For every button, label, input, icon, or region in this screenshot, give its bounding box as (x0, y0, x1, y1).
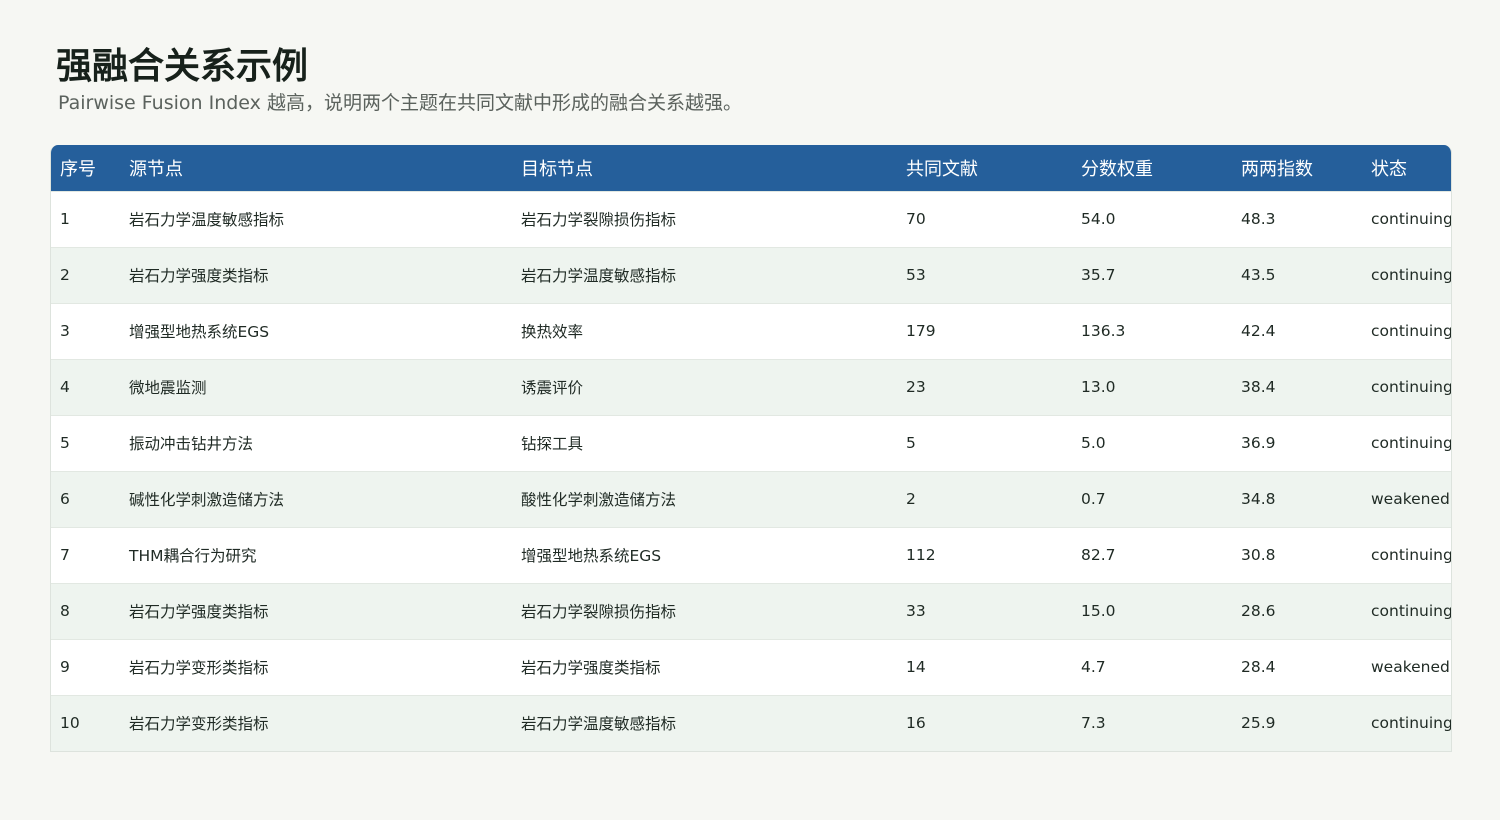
cell-pairwise-index: 34.8 (1241, 490, 1276, 508)
cell-source-node: 振动冲击钻井方法 (129, 435, 254, 453)
cell-target-node: 岩石力学温度敏感指标 (521, 715, 677, 734)
cell-index: 5 (60, 434, 70, 452)
cell-status: continuing (1371, 378, 1451, 396)
cell-shared-docs: 16 (906, 714, 926, 733)
cell-pairwise-index: 36.9 (1241, 434, 1276, 452)
cell-weight: 0.7 (1081, 490, 1106, 508)
cell-shared-docs: 5 (906, 434, 916, 452)
cell-source-node: 岩石力学变形类指标 (129, 659, 269, 677)
cell-status: continuing (1371, 714, 1451, 733)
cell-shared-docs: 70 (906, 210, 926, 228)
cell-weight: 54.0 (1081, 210, 1116, 228)
cell-shared-docs: 14 (906, 658, 926, 676)
column-header-source: 源节点 (129, 158, 183, 180)
cell-index: 3 (60, 322, 70, 340)
cell-source-node: 微地震监测 (129, 379, 207, 397)
cell-target-node: 酸性化学刺激造储方法 (521, 491, 677, 509)
cell-status: continuing (1371, 434, 1451, 452)
cell-target-node: 钻探工具 (521, 435, 584, 453)
cell-source-node: 岩石力学强度类指标 (129, 267, 269, 285)
cell-weight: 15.0 (1081, 602, 1116, 620)
cell-weight: 35.7 (1081, 266, 1116, 284)
cell-target-node: 诱震评价 (521, 379, 584, 397)
table-row: 2 岩石力学强度类指标 岩石力学温度敏感指标 53 35.7 43.5 continuing (51, 247, 1451, 303)
cell-weight: 136.3 (1081, 322, 1126, 340)
table-row: 8 岩石力学强度类指标 岩石力学裂隙损伤指标 33 15.0 28.6 continuing (51, 583, 1451, 639)
cell-pairwise-index: 28.6 (1241, 602, 1276, 620)
cell-target-node: 岩石力学裂隙损伤指标 (521, 211, 677, 229)
cell-source-node: 碱性化学刺激造储方法 (129, 491, 285, 509)
cell-source-node: 岩石力学温度敏感指标 (129, 211, 285, 229)
cell-index: 1 (60, 210, 70, 228)
cell-weight: 4.7 (1081, 658, 1106, 676)
cell-pairwise-index: 28.4 (1241, 658, 1276, 676)
cell-shared-docs: 23 (906, 378, 926, 396)
column-header-pairwise-index: 两两指数 (1241, 158, 1313, 180)
table-row: 7 THM耦合行为研究 增强型地热系统EGS 112 82.7 30.8 continuin… (51, 527, 1451, 583)
cell-source-node: 增强型地热系统EGS (129, 323, 270, 341)
cell-shared-docs: 33 (906, 602, 926, 620)
cell-source-node: THM耦合行为研究 (129, 547, 257, 565)
column-header-index: 序号 (60, 158, 96, 180)
cell-weight: 13.0 (1081, 378, 1116, 396)
cell-shared-docs: 112 (906, 546, 936, 564)
cell-target-node: 岩石力学强度类指标 (521, 659, 661, 677)
cell-pairwise-index: 43.5 (1241, 266, 1276, 284)
cell-index: 10 (60, 714, 80, 733)
cell-source-node: 岩石力学强度类指标 (129, 603, 269, 621)
table-row: 4 微地震监测 诱震评价 23 13.0 38.4 continuing (51, 359, 1451, 415)
cell-index: 2 (60, 266, 70, 284)
cell-status: continuing (1371, 266, 1451, 284)
cell-target-node: 换热效率 (521, 323, 584, 341)
cell-pairwise-index: 38.4 (1241, 378, 1276, 396)
table-row: 6 碱性化学刺激造储方法 酸性化学刺激造储方法 2 0.7 34.8 weakened (51, 471, 1451, 527)
cell-shared-docs: 2 (906, 490, 916, 508)
cell-status: continuing (1371, 322, 1451, 340)
cell-weight: 82.7 (1081, 546, 1116, 564)
cell-pairwise-index: 25.9 (1241, 714, 1276, 733)
column-header-shared-docs: 共同文献 (906, 158, 978, 180)
cell-pairwise-index: 30.8 (1241, 546, 1276, 564)
cell-status: weakened (1371, 658, 1450, 676)
cell-index: 4 (60, 378, 70, 396)
page-title: 强融合关系示例 (56, 46, 309, 87)
fusion-table: 序号 源节点 目标节点 共同文献 分数权重 两两指数 状态 1 岩石力学温度敏感指… (51, 145, 1451, 751)
cell-status: continuing (1371, 546, 1451, 564)
cell-weight: 5.0 (1081, 434, 1106, 452)
cell-pairwise-index: 42.4 (1241, 322, 1276, 340)
cell-status: continuing (1371, 210, 1451, 228)
cell-target-node: 增强型地热系统EGS (521, 547, 662, 565)
table-header-row: 序号 源节点 目标节点 共同文献 分数权重 两两指数 状态 (51, 145, 1451, 191)
cell-target-node: 岩石力学温度敏感指标 (521, 267, 677, 285)
table-row: 10 岩石力学变形类指标 岩石力学温度敏感指标 16 7.3 25.9 continuing (51, 695, 1451, 751)
fusion-table-container: 序号 源节点 目标节点 共同文献 分数权重 两两指数 状态 1 岩石力学温度敏感指… (50, 145, 1452, 752)
cell-pairwise-index: 48.3 (1241, 210, 1276, 228)
cell-index: 8 (60, 602, 70, 620)
column-header-status: 状态 (1371, 158, 1407, 180)
column-header-weight: 分数权重 (1081, 158, 1153, 180)
cell-status: weakened (1371, 490, 1450, 508)
cell-shared-docs: 179 (906, 322, 936, 340)
cell-shared-docs: 53 (906, 266, 926, 284)
page-subtitle: Pairwise Fusion Index 越高，说明两个主题在共同文献中形成的… (58, 92, 742, 114)
cell-status: continuing (1371, 602, 1451, 620)
table-row: 1 岩石力学温度敏感指标 岩石力学裂隙损伤指标 70 54.0 48.3 continuin… (51, 191, 1451, 247)
cell-source-node: 岩石力学变形类指标 (129, 715, 269, 734)
cell-weight: 7.3 (1081, 714, 1106, 733)
cell-index: 6 (60, 490, 70, 508)
column-header-target: 目标节点 (521, 158, 593, 180)
table-row: 9 岩石力学变形类指标 岩石力学强度类指标 14 4.7 28.4 weakened (51, 639, 1451, 695)
cell-index: 7 (60, 546, 70, 564)
table-row: 3 增强型地热系统EGS 换热效率 179 136.3 42.4 continuing (51, 303, 1451, 359)
table-row: 5 振动冲击钻井方法 钻探工具 5 5.0 36.9 continuing (51, 415, 1451, 471)
cell-index: 9 (60, 658, 70, 676)
cell-target-node: 岩石力学裂隙损伤指标 (521, 603, 677, 621)
table-body: 1 岩石力学温度敏感指标 岩石力学裂隙损伤指标 70 54.0 48.3 continuin… (51, 191, 1451, 751)
